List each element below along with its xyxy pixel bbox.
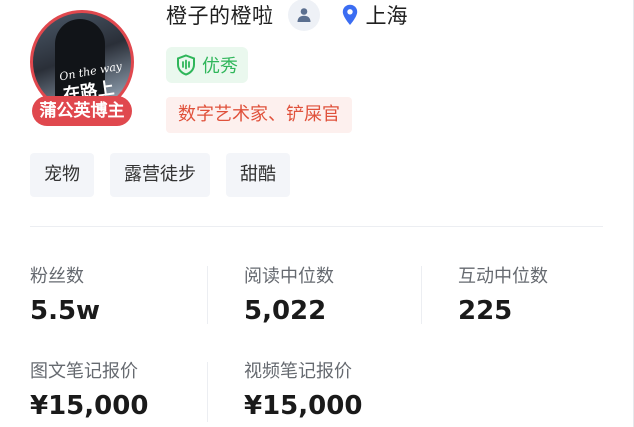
stat-value: ¥15,000 [244,391,363,421]
stat-separator [207,362,208,422]
stat-image-note-price: 图文笔记报价 ¥15,000 [30,357,148,421]
stat-label: 阅读中位数 [244,266,334,287]
quality-badge: 优秀 [166,47,248,83]
section-divider [30,226,603,227]
name-row: 橙子的橙啦 上海 [166,0,408,32]
stat-video-note-price: 视频笔记报价 ¥15,000 [244,357,362,421]
quality-label: 优秀 [202,56,238,77]
shield-check-icon [177,54,195,76]
avatar-badge: 蒲公英博主 [32,96,132,126]
stat-followers: 粉丝数 5.5w [30,262,100,326]
blogger-name[interactable]: 橙子的橙啦 [166,0,274,30]
user-icon[interactable] [287,0,320,31]
stat-label: 粉丝数 [30,266,84,287]
stat-value: 225 [458,296,513,326]
tag-item[interactable]: 露营徒步 [110,153,210,197]
tag-item[interactable]: 甜酷 [226,153,290,197]
role-tag: 数字艺术家、铲屎官 [166,97,352,133]
stat-separator [207,266,208,324]
stat-median-interactions: 互动中位数 225 [458,262,548,326]
avatar-container[interactable]: On the way 在路上 蒲公英博主 [30,10,136,130]
stat-median-reads: 阅读中位数 5,022 [244,262,334,326]
location-pin-icon [342,4,357,26]
stat-value: 5.5w [30,296,101,326]
stat-value: 5,022 [244,296,327,326]
stat-label: 图文笔记报价 [30,361,138,382]
stat-label: 互动中位数 [458,266,548,287]
user-icon-glyph [297,8,310,22]
stat-label: 视频笔记报价 [244,361,352,382]
tag-item[interactable]: 宠物 [30,153,94,197]
stat-separator [421,266,422,324]
stat-value: ¥15,000 [30,391,149,421]
location: 上海 [342,0,408,30]
location-text: 上海 [365,4,408,28]
interest-tags: 宠物 露营徒步 甜酷 [30,153,306,197]
blogger-profile-card: On the way 在路上 蒲公英博主 橙子的橙啦 上海 优秀 数字艺术家、铲… [0,0,634,427]
